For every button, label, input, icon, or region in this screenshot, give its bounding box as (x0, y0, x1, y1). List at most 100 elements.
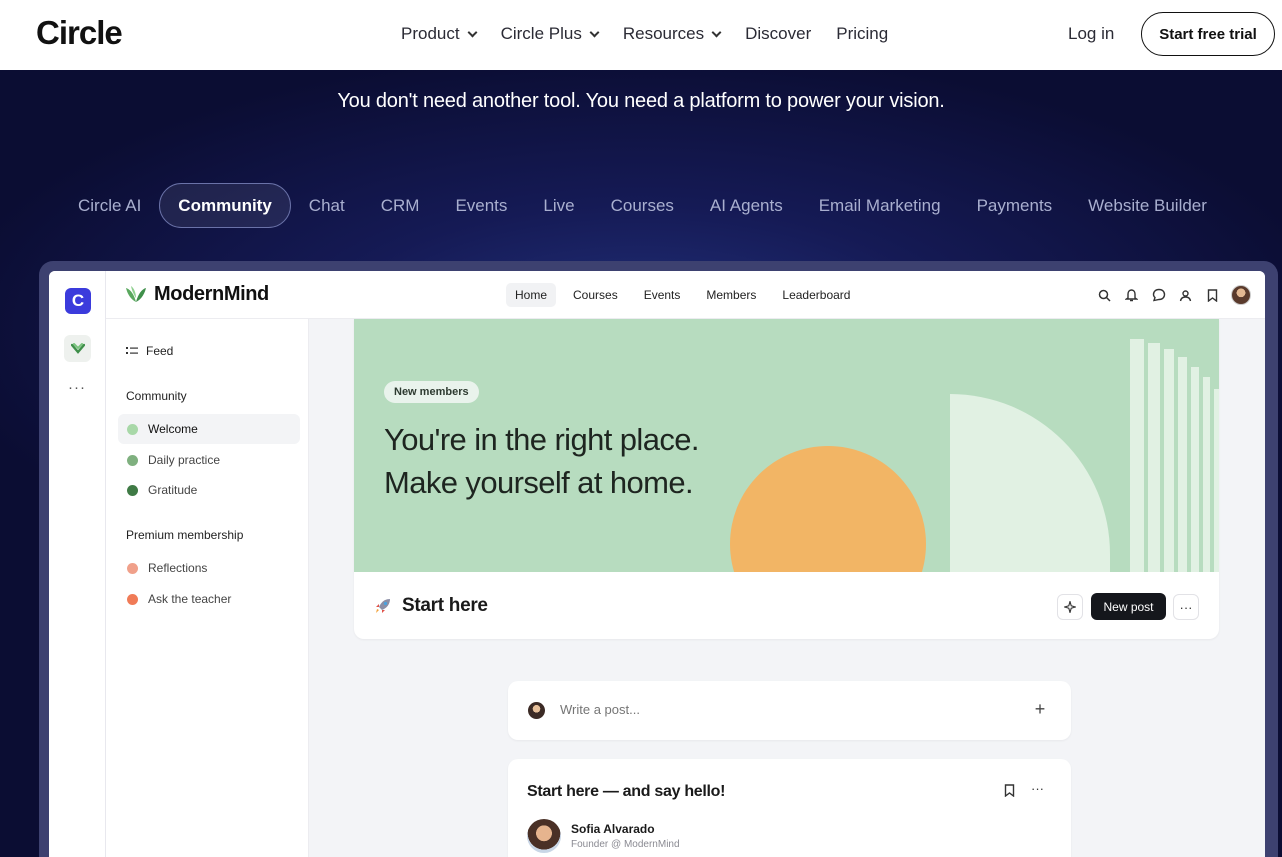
nav-discover-label: Discover (745, 24, 812, 43)
app-nav-events[interactable]: Events (635, 283, 690, 307)
post-more-icon[interactable]: ··· (1031, 781, 1044, 796)
tab-ai-agents[interactable]: AI Agents (692, 183, 801, 228)
composer-avatar (528, 702, 545, 719)
chevron-down-icon (467, 27, 478, 37)
sidebar-feed-label: Feed (146, 344, 174, 358)
bookmark-icon[interactable] (1004, 784, 1015, 802)
community-app-preview: C ··· ModernMind Home Courses Events Mem… (49, 271, 1265, 857)
space-dot-icon (127, 423, 138, 435)
space-dot-icon (127, 593, 138, 605)
tab-email-marketing[interactable]: Email Marketing (801, 183, 959, 228)
sidebar-item-feed[interactable]: Feed (126, 344, 173, 358)
plus-icon[interactable]: + (1028, 697, 1052, 721)
post-title[interactable]: Start here — and say hello! (527, 783, 725, 801)
banner-headline: You're in the right place. Make yourself… (384, 418, 700, 504)
sidebar-item-label: Reflections (148, 561, 208, 575)
tab-live[interactable]: Live (525, 183, 592, 228)
write-post-input[interactable] (560, 702, 960, 717)
ai-sparkle-button[interactable] (1057, 594, 1083, 620)
tab-circle-ai[interactable]: Circle AI (60, 183, 159, 228)
author-avatar[interactable] (527, 819, 561, 853)
space-title-row: Start here (374, 595, 488, 617)
nav-circle-plus[interactable]: Circle Plus (500, 24, 600, 44)
more-icon[interactable]: ··· (68, 379, 86, 396)
tab-events[interactable]: Events (437, 183, 525, 228)
tab-chat[interactable]: Chat (291, 183, 363, 228)
nav-product-label: Product (401, 24, 460, 43)
space-dot-icon (127, 484, 138, 496)
chevron-down-icon (589, 27, 600, 37)
post-author-name[interactable]: Sofia Alvarado (571, 822, 655, 836)
top-navigation: Circle Product Circle Plus Resources Dis… (0, 0, 1282, 70)
space-title: Start here (402, 595, 488, 616)
welcome-banner: New members You're in the right place. M… (354, 319, 1219, 572)
space-dot-icon (127, 454, 138, 466)
space-dot-icon (127, 562, 138, 574)
nav-resources-label: Resources (622, 24, 705, 43)
sidebar-item-reflections[interactable]: Reflections (118, 553, 300, 583)
sidebar-item-label: Ask the teacher (148, 592, 232, 606)
tab-payments[interactable]: Payments (959, 183, 1071, 228)
space-more-options-icon[interactable]: ··· (1173, 594, 1199, 620)
sidebar-heading-premium[interactable]: Premium membership (126, 528, 243, 542)
user-icon[interactable] (1177, 287, 1194, 304)
nav-pricing[interactable]: Pricing (836, 24, 888, 44)
community-switcher-icon[interactable] (64, 335, 91, 362)
user-avatar[interactable] (1231, 285, 1251, 305)
app-nav-home[interactable]: Home (506, 283, 557, 307)
feature-tabs: Circle AI Community Chat CRM Events Live… (60, 183, 1225, 228)
hero-tagline: You don't need another tool. You need a … (337, 90, 945, 112)
main-nav: Product Circle Plus Resources Discover P… (401, 24, 913, 44)
sidebar-item-welcome[interactable]: Welcome (118, 414, 300, 444)
hero-section: You don't need another tool. You need a … (0, 70, 1282, 857)
app-nav-leaderboard[interactable]: Leaderboard (773, 283, 859, 307)
nav-product[interactable]: Product (401, 24, 478, 44)
community-sidebar: Feed Community Welcome Daily practice Gr… (106, 319, 309, 857)
nav-resources[interactable]: Resources (622, 24, 722, 44)
banner-headline-line2: Make yourself at home. (384, 465, 694, 500)
post-author-role: Founder @ ModernMind (571, 839, 680, 850)
tab-community[interactable]: Community (159, 183, 291, 228)
app-rail: C ··· (49, 271, 106, 857)
app-preview-frame: C ··· ModernMind Home Courses Events Mem… (39, 261, 1278, 857)
chevron-down-icon (711, 27, 722, 37)
login-link[interactable]: Log in (1068, 24, 1114, 44)
chat-icon[interactable] (1150, 287, 1167, 304)
bookmark-icon[interactable] (1204, 287, 1221, 304)
space-banner-card: New members You're in the right place. M… (354, 319, 1219, 639)
tab-website-builder[interactable]: Website Builder (1070, 183, 1225, 228)
feed-icon (126, 347, 138, 354)
sidebar-item-label: Gratitude (148, 483, 198, 497)
new-members-badge: New members (384, 381, 479, 403)
new-post-button[interactable]: New post (1091, 593, 1166, 620)
sidebar-item-gratitude[interactable]: Gratitude (118, 475, 300, 505)
sidebar-item-label: Welcome (148, 422, 198, 436)
app-nav-members[interactable]: Members (697, 283, 765, 307)
nav-circle-plus-label: Circle Plus (500, 24, 582, 43)
sidebar-item-label: Daily practice (148, 453, 221, 467)
tab-courses[interactable]: Courses (593, 183, 692, 228)
circle-logo[interactable]: Circle (36, 14, 123, 52)
app-header: ModernMind Home Courses Events Members L… (106, 271, 1265, 319)
bell-icon[interactable] (1123, 287, 1140, 304)
tab-crm[interactable]: CRM (363, 183, 438, 228)
brand-name: ModernMind (154, 283, 269, 305)
sidebar-item-daily-practice[interactable]: Daily practice (118, 445, 300, 475)
search-icon[interactable] (1096, 287, 1113, 304)
modernmind-logo-icon (126, 285, 146, 302)
nav-pricing-label: Pricing (836, 24, 889, 43)
app-nav: Home Courses Events Members Leaderboard (506, 283, 867, 307)
main-content: New members You're in the right place. M… (309, 319, 1265, 857)
sidebar-heading-community[interactable]: Community (126, 389, 187, 403)
circle-app-icon[interactable]: C (65, 288, 91, 314)
sparkle-icon (1064, 601, 1076, 613)
post-card[interactable]: Start here — and say hello! ··· Sofia Al… (508, 759, 1071, 857)
app-nav-courses[interactable]: Courses (564, 283, 627, 307)
nav-discover[interactable]: Discover (745, 24, 811, 44)
leaf-icon (70, 342, 85, 354)
compose-post-box[interactable]: + (508, 681, 1071, 740)
sidebar-item-ask-the-teacher[interactable]: Ask the teacher (118, 584, 300, 614)
start-free-trial-button[interactable]: Start free trial (1141, 12, 1275, 56)
rocket-icon (376, 599, 390, 613)
community-brand[interactable]: ModernMind (124, 283, 269, 306)
